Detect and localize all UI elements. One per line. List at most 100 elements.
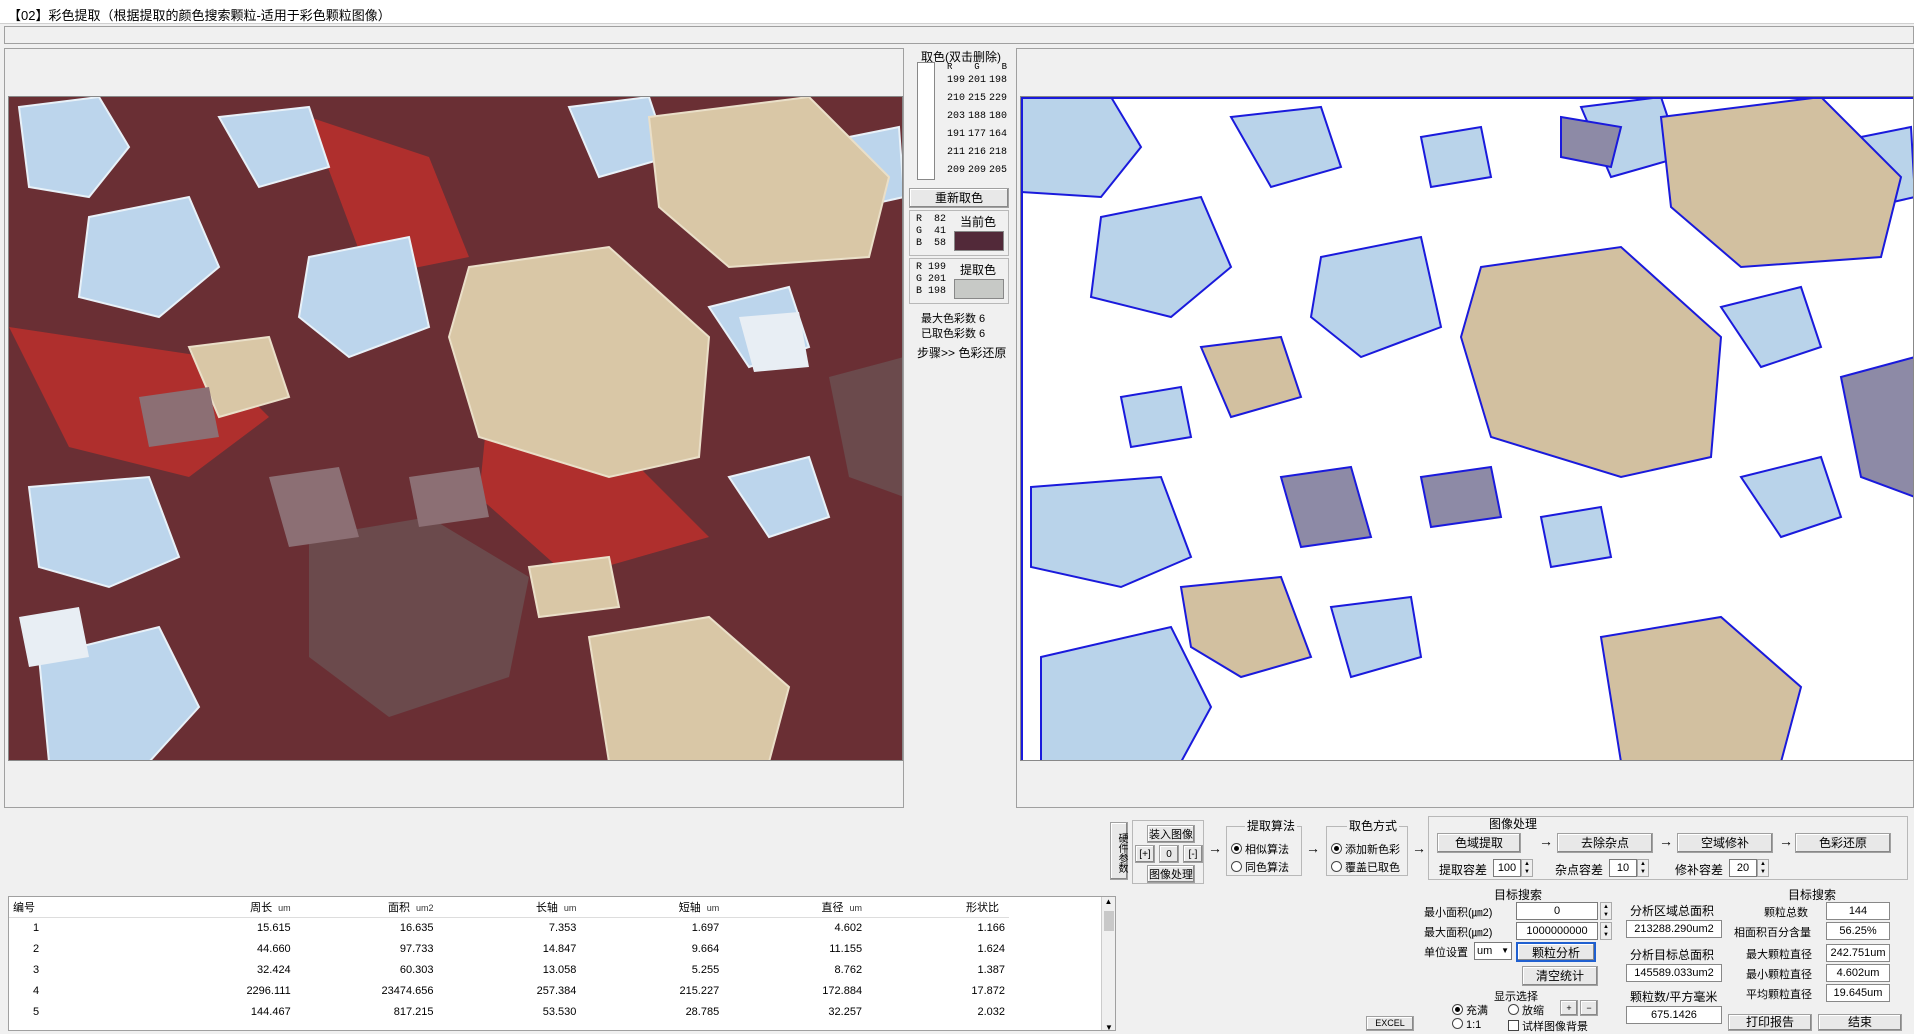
column-header[interactable]: 形状比 bbox=[866, 897, 1009, 918]
extract-tol-spinner[interactable]: ▲ ▼ bbox=[1521, 859, 1533, 877]
table-cell: 144.467 bbox=[250, 1006, 291, 1018]
extract-tol-label: 提取容差 bbox=[1439, 863, 1488, 877]
display-fill-label: 充满 bbox=[1466, 1005, 1488, 1017]
column-header[interactable]: 面积 um2 bbox=[294, 897, 438, 918]
column-header-label: 短轴 bbox=[678, 902, 701, 914]
color-panel: 取色(双击删除) R G B 199 201 198 210 215 229 203 188 1… bbox=[907, 48, 1015, 808]
noise-tol-input[interactable]: 10 bbox=[1609, 859, 1637, 877]
pick-overwrite-radio[interactable]: 覆盖已取色 bbox=[1331, 859, 1400, 875]
arrow-icon: → bbox=[1659, 833, 1673, 849]
table-row[interactable]: 1 15.615 16.635 7.353 1.697 4.602 1.166 bbox=[9, 918, 1009, 939]
scroll-thumb[interactable] bbox=[1104, 911, 1114, 931]
color-extract-button[interactable]: 色域提取 bbox=[1437, 833, 1521, 853]
max-area-input[interactable]: 1000000000 bbox=[1516, 922, 1598, 940]
clear-stats-button[interactable]: 清空统计 bbox=[1522, 966, 1598, 986]
display-zoom-label: 放缩 bbox=[1522, 1005, 1544, 1017]
zoom-in-button[interactable]: [+] bbox=[1135, 845, 1155, 863]
stats-title: 目标搜索 bbox=[1788, 888, 1837, 902]
table-cell: 11.155 bbox=[829, 943, 863, 955]
arrow-icon: → bbox=[1412, 840, 1426, 856]
extract-tol-input[interactable]: 100 bbox=[1493, 859, 1521, 877]
table-cell: 215.227 bbox=[679, 985, 720, 997]
excel-button[interactable]: EXCEL bbox=[1366, 1016, 1414, 1031]
fill-holes-button[interactable]: 空域修补 bbox=[1677, 833, 1773, 853]
color-list-item[interactable]: 210 215 229 bbox=[947, 90, 1007, 108]
color-value: 199 bbox=[947, 75, 966, 86]
max-colors: 最大色彩数 6 bbox=[921, 313, 986, 325]
print-report-button[interactable]: 打印报告 bbox=[1728, 1014, 1812, 1031]
scroll-down-icon[interactable]: ▼ bbox=[1102, 1023, 1115, 1030]
current-rgb: R 82 G 41 B 58 bbox=[916, 214, 946, 250]
extract-r: 199 bbox=[928, 262, 947, 273]
column-unit: um bbox=[563, 903, 577, 913]
color-list-table[interactable]: R G B 199 201 198 210 215 229 203 188 180 191 177 1… bbox=[947, 62, 1007, 180]
source-image[interactable] bbox=[8, 96, 903, 761]
table-row[interactable]: 3 32.424 60.303 13.058 5.255 8.762 1.387 bbox=[9, 960, 1009, 981]
table-row[interactable]: 4 2296.111 23474.656 257.384 215.227 172.884 1… bbox=[9, 981, 1009, 1002]
display-one-radio[interactable]: 1:1 bbox=[1452, 1018, 1481, 1031]
noise-tol-spinner[interactable]: ▲ ▼ bbox=[1637, 859, 1649, 877]
column-header[interactable]: 编号 bbox=[9, 897, 152, 918]
zoom-minus-icon[interactable]: − bbox=[1580, 1000, 1598, 1016]
min-area-input[interactable]: 0 bbox=[1516, 902, 1598, 920]
color-list-item[interactable]: 209 209 205 bbox=[947, 162, 1007, 180]
fill-tol-input[interactable]: 20 bbox=[1729, 859, 1757, 877]
zoom-plus-icon[interactable]: + bbox=[1560, 1000, 1578, 1016]
algo-similar-radio[interactable]: 相似算法 bbox=[1231, 841, 1289, 857]
table-cell: 28.785 bbox=[685, 1006, 720, 1018]
reselect-color-button[interactable]: 重新取色 bbox=[909, 188, 1009, 208]
table-row[interactable]: 2 44.660 97.733 14.847 9.664 11.155 1.624 bbox=[9, 939, 1009, 960]
current-color-label: 当前色 bbox=[960, 215, 997, 229]
image-process-button[interactable]: 图像处理 bbox=[1147, 865, 1195, 883]
pick-add-radio[interactable]: 添加新色彩 bbox=[1331, 841, 1400, 857]
column-unit: um bbox=[849, 903, 863, 913]
min-area-spinner[interactable]: ▲ ▼ bbox=[1600, 902, 1612, 920]
max-area-spinner[interactable]: ▲ ▼ bbox=[1600, 922, 1612, 940]
display-fill-radio[interactable]: 充满 bbox=[1452, 1002, 1488, 1018]
column-header[interactable]: 短轴 um bbox=[580, 897, 724, 918]
load-image-button[interactable]: 装入图像 bbox=[1147, 825, 1195, 843]
column-header[interactable]: 长轴 um bbox=[437, 897, 581, 918]
end-button[interactable]: 结束 bbox=[1818, 1014, 1902, 1031]
fill-tol-spinner[interactable]: ▲ ▼ bbox=[1757, 859, 1769, 877]
table-cell: 17.872 bbox=[971, 985, 1005, 997]
zoom-reset-button[interactable]: 0 bbox=[1159, 845, 1179, 863]
color-restore-button[interactable]: 色彩还原 bbox=[1795, 833, 1891, 853]
color-list-item[interactable]: 203 188 180 bbox=[947, 108, 1007, 126]
min-d-label: 最小颗粒直径 bbox=[1746, 969, 1812, 981]
toolbar-strip bbox=[4, 26, 1914, 44]
total-area-value: 213288.290um2 bbox=[1626, 920, 1722, 938]
table-cell: 4.602 bbox=[834, 922, 863, 935]
extract-b-label: B bbox=[916, 286, 923, 297]
table-row[interactable]: 5 144.467 817.215 53.530 28.785 32.257 2.032 bbox=[9, 1002, 1009, 1023]
column-header-label: 面积 bbox=[388, 902, 411, 914]
extract-r-label: R bbox=[916, 262, 923, 273]
column-header[interactable]: 周长 um bbox=[151, 897, 295, 918]
table-cell: 7.353 bbox=[548, 922, 577, 935]
color-list-item[interactable]: 199 201 198 bbox=[947, 72, 1007, 90]
target-search-title: 目标搜索 bbox=[1494, 888, 1543, 902]
remove-noise-button[interactable]: 去除杂点 bbox=[1557, 833, 1653, 853]
table-cell: 1.624 bbox=[977, 943, 1005, 955]
column-header[interactable]: 直径 um bbox=[723, 897, 867, 918]
arrow-icon: → bbox=[1539, 833, 1553, 849]
display-bg-checkbox[interactable]: 试样图像背景 bbox=[1508, 1018, 1588, 1034]
table-cell: 16.635 bbox=[399, 922, 434, 935]
analyze-button[interactable]: 颗粒分析 bbox=[1516, 942, 1596, 962]
scroll-up-icon[interactable]: ▲ bbox=[1102, 897, 1115, 906]
display-zoom-radio[interactable]: 放缩 bbox=[1508, 1002, 1544, 1018]
result-image[interactable] bbox=[1020, 96, 1914, 761]
table-cell: 23474.656 bbox=[381, 985, 434, 997]
color-list-item[interactable]: 191 177 164 bbox=[947, 126, 1007, 144]
particle-table[interactable]: 编号 周长 um 面积 um2 长轴 um 短轴 um 直径 um 形状比 1 15.615 16.635… bbox=[8, 896, 1116, 1031]
zoom-out-button[interactable]: [-] bbox=[1183, 845, 1203, 863]
radio-icon bbox=[1231, 861, 1242, 872]
algo-same-radio[interactable]: 同色算法 bbox=[1231, 859, 1289, 875]
total-area-label: 分析区域总面积 bbox=[1630, 904, 1715, 918]
source-micrograph bbox=[9, 97, 902, 760]
table-scrollbar[interactable]: ▲ ▼ bbox=[1101, 897, 1115, 1030]
table-cell: 817.215 bbox=[393, 1006, 434, 1018]
unit-select[interactable]: um ▼ bbox=[1474, 942, 1512, 960]
side-tab[interactable]: 硬件参数 bbox=[1110, 822, 1128, 880]
color-list-item[interactable]: 211 216 218 bbox=[947, 144, 1007, 162]
